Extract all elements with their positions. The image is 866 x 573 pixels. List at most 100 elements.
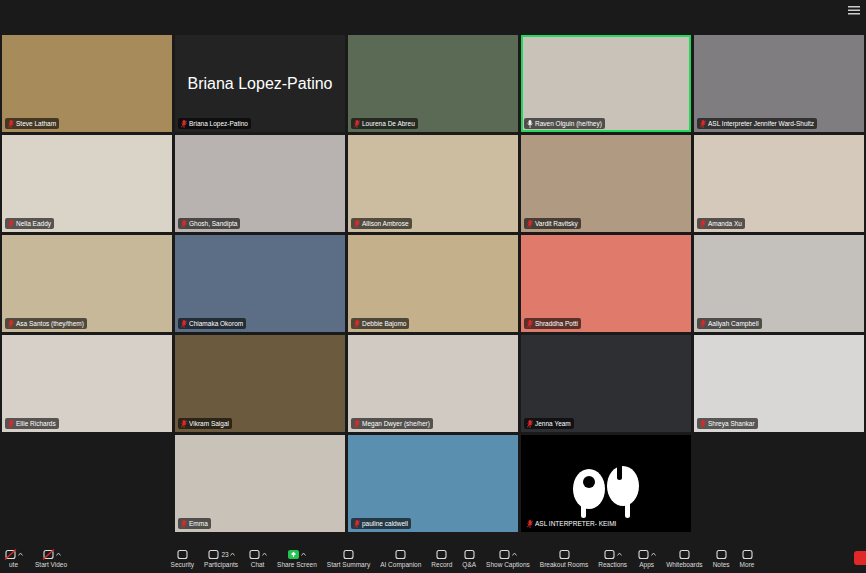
toolbar-icon bbox=[498, 549, 511, 560]
muted-mic-icon bbox=[181, 420, 187, 428]
toolbar-button[interactable]: 23 Participants bbox=[200, 548, 242, 568]
meeting-toolbar: ute Start Video Security 23 Participants… bbox=[0, 543, 866, 573]
muted-mic-icon bbox=[700, 220, 706, 228]
muted-mic-icon bbox=[8, 220, 14, 228]
participant-tile[interactable]: Ghosh, Sandipta bbox=[175, 135, 345, 232]
toolbar-button[interactable]: Reactions bbox=[594, 548, 631, 568]
caret-icon[interactable] bbox=[301, 552, 306, 556]
participant-tile[interactable]: Shraddha Potti bbox=[521, 235, 691, 332]
caret-icon[interactable] bbox=[230, 552, 235, 556]
name-label: Ellie Richards bbox=[5, 418, 59, 429]
toolbar-button[interactable]: Share Screen bbox=[273, 548, 321, 568]
participant-tile[interactable]: Vikram Saigal bbox=[175, 335, 345, 432]
toolbar-button[interactable]: Breakout Rooms bbox=[536, 548, 592, 568]
participant-tile[interactable]: Asa Santos (they/them) bbox=[2, 235, 172, 332]
toolbar-button[interactable]: Apps bbox=[633, 548, 660, 568]
toolbar-icon bbox=[603, 549, 616, 560]
caret-icon[interactable] bbox=[512, 552, 517, 556]
participant-tile[interactable]: Steve Latham bbox=[2, 35, 172, 132]
name-label: Vikram Saigal bbox=[178, 418, 232, 429]
toolbar-button[interactable]: Start Summary bbox=[323, 548, 374, 568]
muted-mic-icon bbox=[181, 220, 187, 228]
name-label: Raven Olguin (he/they) bbox=[524, 118, 605, 129]
toolbar-icon bbox=[287, 549, 300, 560]
muted-mic-icon bbox=[181, 320, 187, 328]
muted-mic-icon bbox=[354, 220, 360, 228]
toolbar-button[interactable]: ute bbox=[0, 548, 27, 568]
muted-mic-icon bbox=[527, 520, 533, 528]
toolbar-button[interactable]: AI Companion bbox=[376, 548, 425, 568]
mic-icon bbox=[527, 120, 533, 128]
name-label: Allison Ambrose bbox=[351, 218, 412, 229]
muted-mic-icon bbox=[354, 120, 360, 128]
name-label: Chiamaka Okorom bbox=[178, 318, 246, 329]
sign-hands-icon bbox=[561, 444, 651, 524]
participant-tile[interactable]: Aaliyah Campbell bbox=[694, 235, 864, 332]
toolbar-center-group: Security 23 Participants Chat Share Scre… bbox=[71, 548, 854, 568]
toolbar-icon bbox=[715, 549, 728, 560]
name-label: Shraddha Potti bbox=[524, 318, 581, 329]
name-label: Vardit Ravitsky bbox=[524, 218, 581, 229]
participant-tile[interactable]: Shreya Shankar bbox=[694, 335, 864, 432]
name-label: ASL Interpreter Jennifer Ward-Shultz bbox=[697, 118, 817, 129]
participant-tile[interactable]: ASL INTERPRETER- KEIMI bbox=[521, 435, 691, 532]
muted-mic-icon bbox=[8, 420, 14, 428]
view-icon[interactable] bbox=[848, 5, 860, 15]
participant-tile[interactable]: Briana Lopez-Patino Briana Lopez-Patino bbox=[175, 35, 345, 132]
participant-tile[interactable]: Amanda Xu bbox=[694, 135, 864, 232]
name-label: Amanda Xu bbox=[697, 218, 745, 229]
toolbar-icon bbox=[558, 549, 571, 560]
name-label: Nella Eaddy bbox=[5, 218, 54, 229]
toolbar-icon bbox=[394, 549, 407, 560]
participant-tile[interactable]: Vardit Ravitsky bbox=[521, 135, 691, 232]
muted-icon bbox=[42, 549, 55, 560]
participant-tile[interactable]: Chiamaka Okorom bbox=[175, 235, 345, 332]
toolbar-button[interactable]: Notes bbox=[709, 548, 734, 568]
muted-mic-icon bbox=[527, 420, 533, 428]
participant-tile[interactable]: Nella Eaddy bbox=[2, 135, 172, 232]
zoom-window: Steve LathamBriana Lopez-Patino Briana L… bbox=[0, 0, 866, 573]
name-label: ASL INTERPRETER- KEIMI bbox=[524, 518, 619, 529]
participant-tile[interactable]: Raven Olguin (he/they) bbox=[521, 35, 691, 132]
participant-tile[interactable]: Emma bbox=[175, 435, 345, 532]
toolbar-icon bbox=[678, 549, 691, 560]
gallery-grid: Steve LathamBriana Lopez-Patino Briana L… bbox=[2, 35, 864, 543]
participant-tile[interactable]: Debbie Bajomo bbox=[348, 235, 518, 332]
toolbar-icon bbox=[176, 549, 189, 560]
participant-tile[interactable]: Lourena De Abreu bbox=[348, 35, 518, 132]
toolbar-button[interactable]: Record bbox=[427, 548, 456, 568]
caret-icon[interactable] bbox=[617, 552, 622, 556]
participant-count: 23 bbox=[221, 551, 228, 558]
toolbar-icon bbox=[637, 549, 650, 560]
participant-tile[interactable]: Allison Ambrose bbox=[348, 135, 518, 232]
caret-icon[interactable] bbox=[56, 552, 61, 556]
toolbar-icon bbox=[248, 549, 261, 560]
caret-icon[interactable] bbox=[18, 552, 23, 556]
name-label: Debbie Bajomo bbox=[351, 318, 409, 329]
toolbar-icon bbox=[342, 549, 355, 560]
participant-tile[interactable]: Ellie Richards bbox=[2, 335, 172, 432]
toolbar-button[interactable]: Start Video bbox=[31, 548, 71, 568]
muted-mic-icon bbox=[354, 520, 360, 528]
participant-name-display: Briana Lopez-Patino bbox=[182, 75, 339, 93]
caret-icon[interactable] bbox=[262, 552, 267, 556]
gallery-area: Steve LathamBriana Lopez-Patino Briana L… bbox=[0, 35, 866, 543]
caret-icon[interactable] bbox=[651, 552, 656, 556]
muted-icon bbox=[4, 549, 17, 560]
toolbar-button[interactable]: Whiteboards bbox=[662, 548, 707, 568]
participant-tile[interactable]: Jenna Yeam bbox=[521, 335, 691, 432]
participant-tile[interactable]: Megan Dwyer (she/her) bbox=[348, 335, 518, 432]
muted-mic-icon bbox=[181, 520, 187, 528]
toolbar-icon bbox=[435, 549, 448, 560]
toolbar-button[interactable]: Show Captions bbox=[482, 548, 534, 568]
toolbar-button[interactable]: Security bbox=[167, 548, 198, 568]
toolbar-button[interactable]: Q&A bbox=[458, 548, 480, 568]
end-button[interactable] bbox=[854, 551, 866, 565]
participant-tile[interactable]: pauline caldwell bbox=[348, 435, 518, 532]
muted-mic-icon bbox=[700, 420, 706, 428]
name-label: Aaliyah Campbell bbox=[697, 318, 762, 329]
toolbar-button[interactable]: Chat bbox=[244, 548, 271, 568]
muted-mic-icon bbox=[8, 320, 14, 328]
participant-tile[interactable]: ASL Interpreter Jennifer Ward-Shultz bbox=[694, 35, 864, 132]
toolbar-button[interactable]: More bbox=[736, 548, 759, 568]
